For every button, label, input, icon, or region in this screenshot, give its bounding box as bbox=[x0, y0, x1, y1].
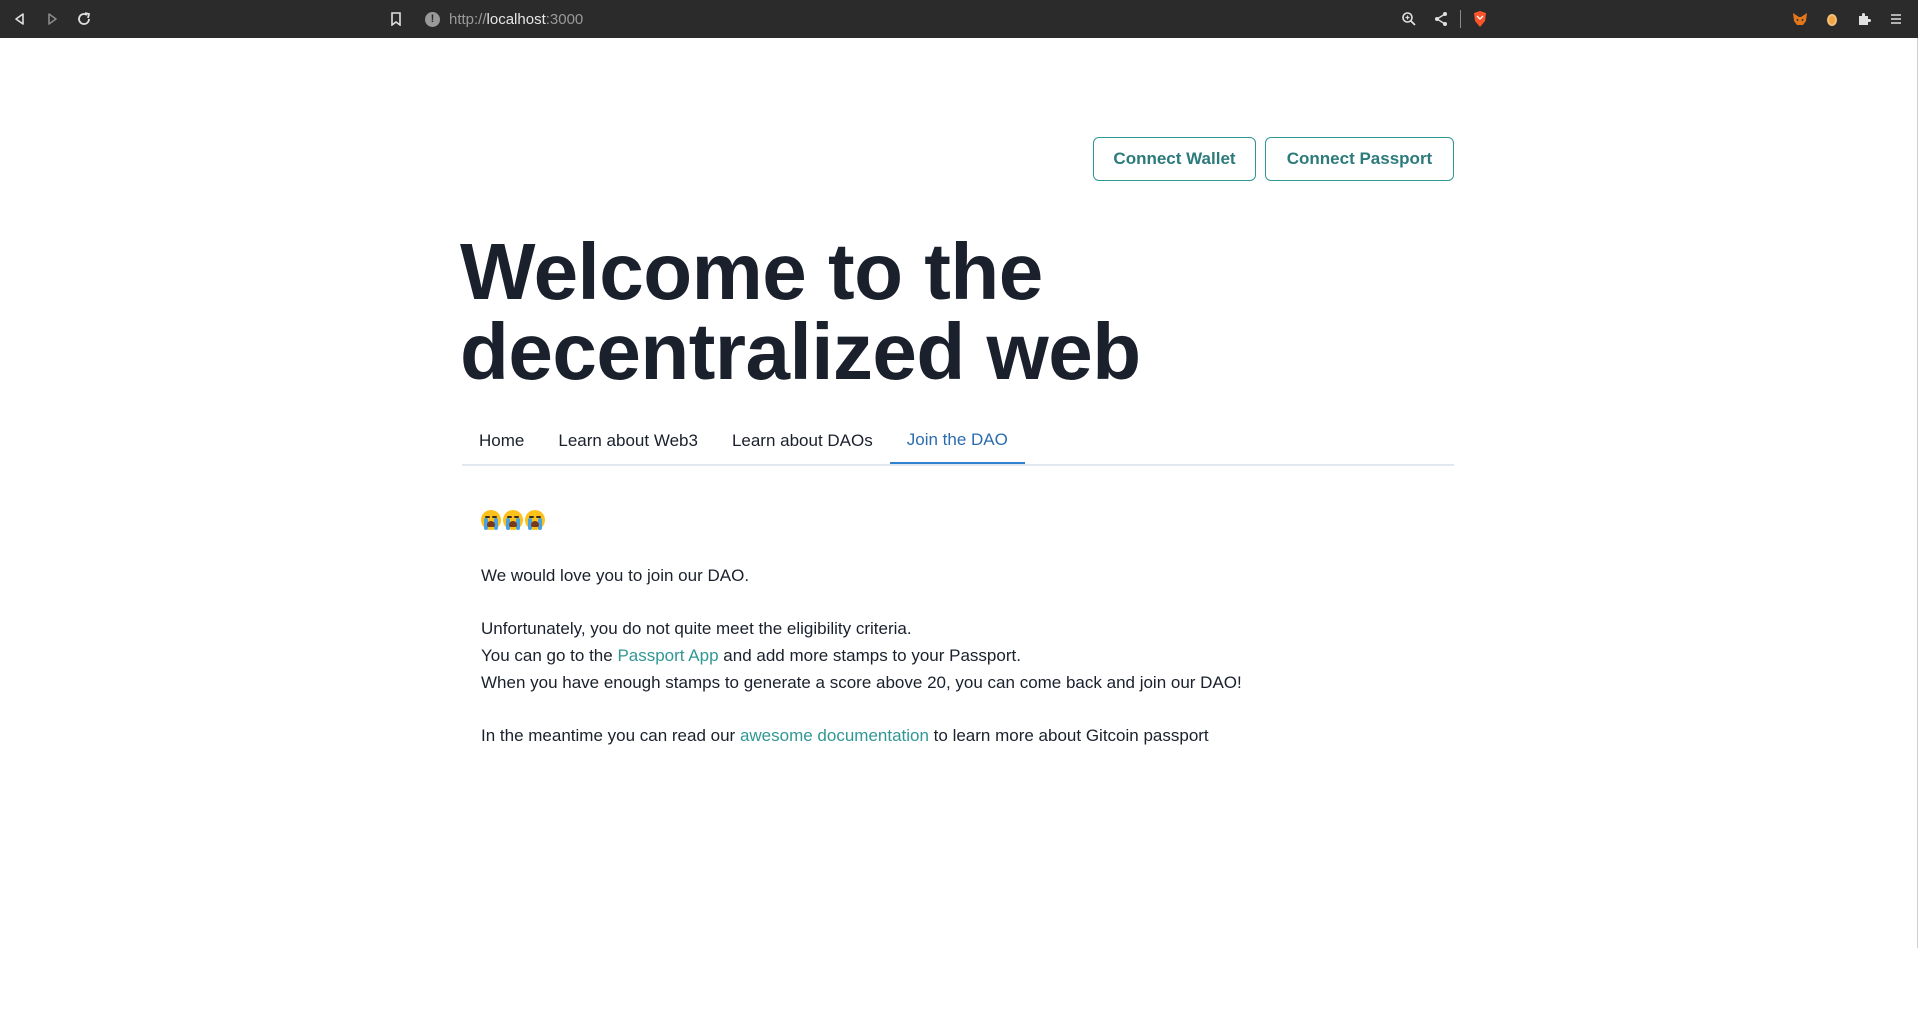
eligibility-line-2-before: You can go to the bbox=[481, 646, 618, 665]
crying-face-icon bbox=[481, 510, 501, 530]
back-arrow-icon[interactable] bbox=[10, 9, 30, 29]
passport-app-link[interactable]: Passport App bbox=[617, 646, 718, 665]
url-scheme: http:// bbox=[449, 10, 487, 28]
tab-learn-web3[interactable]: Learn about Web3 bbox=[541, 418, 715, 464]
eligibility-line-1: Unfortunately, you do not quite meet the… bbox=[481, 619, 912, 638]
url-port: :3000 bbox=[545, 10, 584, 28]
crying-emoji-row bbox=[481, 504, 1441, 536]
documentation-text-before: In the meantime you can read our bbox=[481, 726, 740, 745]
brave-shield-icon[interactable] bbox=[1470, 9, 1490, 29]
browser-toolbar: ! http://localhost:3000 bbox=[0, 0, 1918, 38]
reload-icon[interactable] bbox=[74, 9, 94, 29]
eligibility-line-2-after: and add more stamps to your Passport. bbox=[718, 646, 1021, 665]
tab-learn-daos[interactable]: Learn about DAOs bbox=[715, 418, 890, 464]
page-title: Welcome to the decentralized web bbox=[460, 232, 1360, 392]
tab-panel-join-dao: We would love you to join our DAO. Unfor… bbox=[481, 504, 1441, 775]
tab-join-dao[interactable]: Join the DAO bbox=[889, 418, 1025, 464]
forward-arrow-icon[interactable] bbox=[42, 9, 62, 29]
toolbar-divider bbox=[1460, 10, 1461, 28]
url-host: localhost bbox=[486, 10, 546, 28]
extensions-puzzle-icon[interactable] bbox=[1854, 9, 1874, 29]
zoom-icon[interactable] bbox=[1399, 9, 1419, 29]
share-icon[interactable] bbox=[1431, 9, 1451, 29]
hamburger-menu-icon[interactable] bbox=[1886, 9, 1906, 29]
connect-wallet-button[interactable]: Connect Wallet bbox=[1093, 137, 1256, 181]
intro-text: We would love you to join our DAO. bbox=[481, 566, 750, 585]
bookmark-icon[interactable] bbox=[386, 9, 406, 29]
eligibility-line-3: When you have enough stamps to generate … bbox=[481, 673, 1242, 692]
page-title-line-1: Welcome to the bbox=[460, 227, 1043, 316]
tab-list: Home Learn about Web3 Learn about DAOs J… bbox=[462, 418, 1454, 466]
tab-home[interactable]: Home bbox=[462, 418, 541, 464]
crying-face-icon bbox=[503, 510, 523, 530]
metamask-icon[interactable] bbox=[1790, 9, 1810, 29]
eligibility-line-2: You can go to the Passport App and add m… bbox=[481, 642, 1441, 669]
connect-passport-button[interactable]: Connect Passport bbox=[1265, 137, 1454, 181]
page-title-line-2: decentralized web bbox=[460, 307, 1141, 396]
documentation-text-after: to learn more about Gitcoin passport bbox=[928, 726, 1209, 745]
extension-egg-icon[interactable] bbox=[1822, 9, 1842, 29]
address-bar[interactable]: ! http://localhost:3000 bbox=[425, 8, 583, 30]
crying-face-icon bbox=[525, 510, 545, 530]
site-info-icon[interactable]: ! bbox=[425, 11, 440, 27]
documentation-link[interactable]: awesome documentation bbox=[740, 726, 929, 745]
eligibility-message: Unfortunately, you do not quite meet the… bbox=[481, 615, 1441, 696]
documentation-text: In the meantime you can read our awesome… bbox=[481, 722, 1441, 749]
